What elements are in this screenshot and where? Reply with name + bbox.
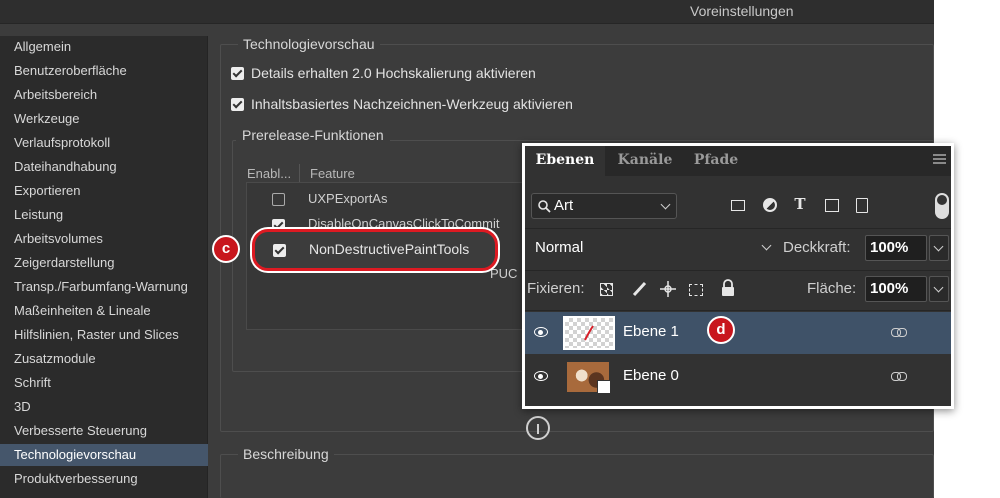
sidebar-item-produktverbesserung[interactable]: Produktverbesserung bbox=[0, 468, 208, 490]
sidebar-item-verlaufsprotokoll[interactable]: Verlaufsprotokoll bbox=[0, 132, 208, 154]
filter-kind-label: Art bbox=[554, 197, 574, 214]
blend-mode-dropdown[interactable]: Normal bbox=[531, 234, 777, 262]
description-title: Beschreibung bbox=[238, 446, 334, 462]
chevron-down-icon bbox=[660, 199, 671, 210]
nondestructive-paint-checkbox[interactable] bbox=[273, 244, 286, 257]
prerelease-title: Prerelease-Funktionen bbox=[236, 127, 390, 143]
details-upscale-label[interactable]: Details erhalten 2.0 Hochskalierung akti… bbox=[251, 65, 536, 81]
opacity-label: Deckkraft: bbox=[783, 239, 851, 256]
highlight-callout-c: NonDestructivePaintTools bbox=[252, 229, 498, 271]
lock-paint-icon[interactable] bbox=[631, 281, 647, 297]
opacity-input[interactable]: 100% bbox=[865, 235, 927, 261]
fill-label: Fläche: bbox=[807, 280, 857, 297]
tab-ebenen[interactable]: Ebenen bbox=[525, 146, 605, 176]
nondestructive-paint-label: NonDestructivePaintTools bbox=[309, 241, 470, 257]
search-icon bbox=[538, 200, 551, 213]
callout-badge-c: c bbox=[212, 235, 240, 263]
sidebar-item-transparenz[interactable]: Transp./Farbumfang-Warnung bbox=[0, 276, 208, 298]
layer-thumbnail bbox=[563, 316, 615, 350]
fill-dropdown-button[interactable] bbox=[929, 276, 949, 302]
sidebar-item-arbeitsvolumes[interactable]: Arbeitsvolumes bbox=[0, 228, 208, 250]
sidebar-item-leistung[interactable]: Leistung bbox=[0, 204, 208, 226]
col-feature-header[interactable]: Feature bbox=[310, 166, 355, 181]
filter-toggle[interactable] bbox=[935, 193, 949, 219]
sidebar-item-arbeitsbereich[interactable]: Arbeitsbereich bbox=[0, 84, 208, 106]
image-icon[interactable] bbox=[731, 197, 747, 213]
opacity-dropdown-button[interactable] bbox=[929, 235, 949, 261]
sidebar-item-allgemein[interactable]: Allgemein bbox=[0, 36, 208, 58]
layer-name[interactable]: Ebene 0 bbox=[623, 367, 679, 384]
sidebar: Allgemein Benutzeroberfläche Arbeitsbere… bbox=[0, 36, 208, 498]
sidebar-item-3d[interactable]: 3D bbox=[0, 396, 208, 418]
shape-icon[interactable] bbox=[825, 199, 839, 212]
window-title: Voreinstellungen bbox=[690, 3, 794, 19]
sidebar-item-zeigerdarstellung[interactable]: Zeigerdarstellung bbox=[0, 252, 208, 274]
lock-all-icon[interactable] bbox=[721, 279, 735, 297]
sidebar-item-benutzeroberflaeche[interactable]: Benutzeroberfläche bbox=[0, 60, 208, 82]
sidebar-item-verbesserte-steuerung[interactable]: Verbesserte Steuerung bbox=[0, 420, 208, 442]
fill-input[interactable]: 100% bbox=[865, 276, 927, 302]
brush-stroke-icon bbox=[584, 325, 594, 341]
smart-object-badge-icon bbox=[597, 380, 611, 394]
feature-enable-checkbox[interactable] bbox=[272, 193, 285, 206]
col-enabled-header[interactable]: Enabl... bbox=[247, 166, 291, 181]
sidebar-item-dateihandhabung[interactable]: Dateihandhabung bbox=[0, 156, 208, 178]
sidebar-item-exportieren[interactable]: Exportieren bbox=[0, 180, 208, 202]
feature-name: UXPExportAs bbox=[308, 191, 388, 206]
tab-pfade[interactable]: Pfade bbox=[685, 146, 747, 176]
details-upscale-checkbox[interactable] bbox=[231, 67, 244, 80]
lock-label: Fixieren: bbox=[527, 280, 585, 297]
adjustment-icon[interactable] bbox=[763, 198, 777, 212]
sidebar-item-technologievorschau[interactable]: Technologievorschau bbox=[0, 444, 208, 466]
layers-panel: Ebenen Kanäle Pfade Art T Normal Deckkra… bbox=[522, 143, 954, 409]
link-icon[interactable] bbox=[891, 328, 907, 337]
blend-mode-value: Normal bbox=[535, 239, 584, 256]
lock-move-icon[interactable] bbox=[659, 280, 677, 298]
text-icon[interactable]: T bbox=[791, 195, 809, 213]
sidebar-item-hilfslinien[interactable]: Hilfslinien, Raster und Slices bbox=[0, 324, 208, 346]
lock-transparent-icon[interactable] bbox=[600, 283, 613, 296]
layer-name[interactable]: Ebene 1 bbox=[623, 323, 679, 340]
lock-artboard-icon[interactable] bbox=[689, 284, 703, 296]
info-icon bbox=[526, 416, 550, 440]
filter-kind-dropdown[interactable]: Art bbox=[531, 193, 677, 219]
visibility-eye-icon[interactable] bbox=[534, 371, 548, 381]
panel-menu-icon[interactable] bbox=[933, 154, 946, 164]
layer-thumbnail bbox=[567, 362, 611, 394]
sidebar-item-schrift[interactable]: Schrift bbox=[0, 372, 208, 394]
layer-row-ebene-1[interactable]: Ebene 1 bbox=[525, 312, 951, 354]
chevron-down-icon bbox=[933, 282, 944, 293]
sidebar-item-zusatzmodule[interactable]: Zusatzmodule bbox=[0, 348, 208, 370]
layer-row-ebene-0[interactable]: Ebene 0 bbox=[525, 356, 951, 398]
sidebar-item-werkzeuge[interactable]: Werkzeuge bbox=[0, 108, 208, 130]
link-icon[interactable] bbox=[891, 372, 907, 381]
tech-preview-title: Technologievorschau bbox=[238, 36, 380, 52]
col-divider bbox=[299, 164, 300, 182]
feature-name-partial: PUC bbox=[490, 266, 518, 281]
sidebar-item-masseinheiten[interactable]: Maßeinheiten & Lineale bbox=[0, 300, 208, 322]
callout-badge-d: d bbox=[707, 316, 735, 344]
content-aware-trace-label[interactable]: Inhaltsbasiertes Nachzeichnen-Werkzeug a… bbox=[251, 96, 573, 112]
smart-object-icon[interactable] bbox=[856, 198, 868, 213]
tab-kanaele[interactable]: Kanäle bbox=[607, 146, 683, 176]
visibility-eye-icon[interactable] bbox=[534, 327, 548, 337]
chevron-down-icon bbox=[761, 240, 772, 251]
title-bar: Voreinstellungen bbox=[0, 0, 934, 24]
chevron-down-icon bbox=[933, 241, 944, 252]
panel-tab-bar: Ebenen Kanäle Pfade bbox=[525, 146, 951, 176]
content-aware-trace-checkbox[interactable] bbox=[231, 98, 244, 111]
